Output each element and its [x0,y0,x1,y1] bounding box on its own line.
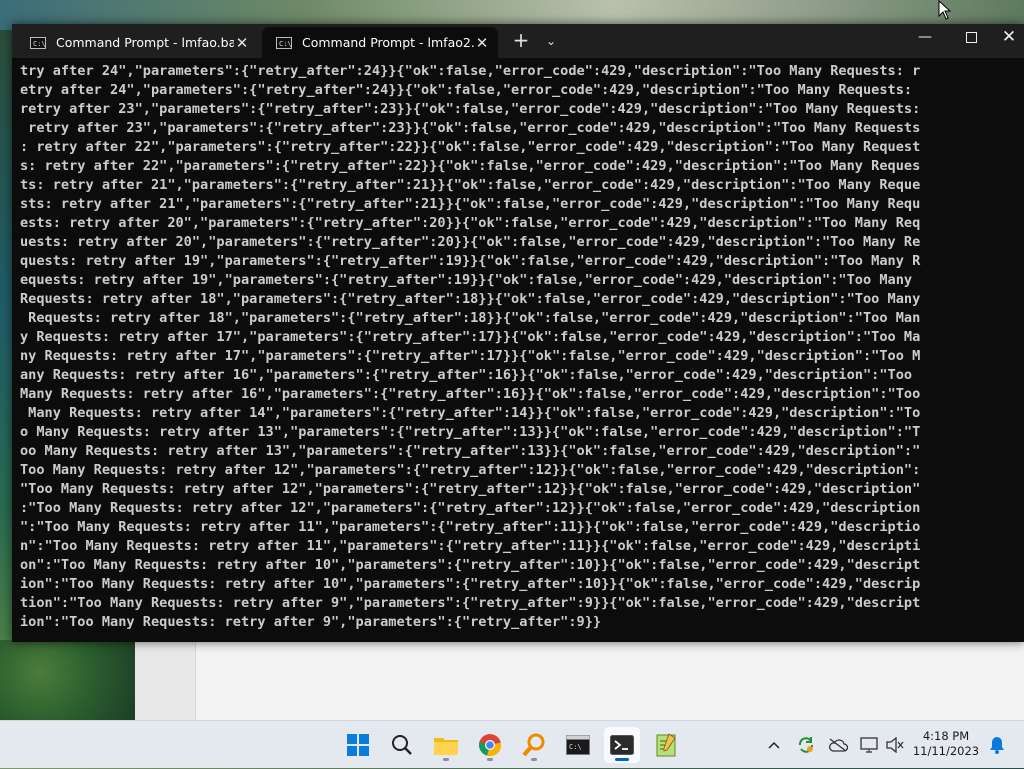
notification-bell-icon[interactable] [986,721,1008,769]
console-line: tion":"Too Many Requests: retry after 9"… [20,595,921,611]
tab-label: Command Prompt - lmfao2.bat [302,35,474,50]
console-line: o Many Requests: retry after 13","parame… [20,424,921,440]
cmd-icon: C:\ [30,36,46,49]
console-line: ":"Too Many Requests: retry after 11","p… [20,519,921,535]
search-everything-button[interactable] [516,727,552,763]
console-line: ion":"Too Many Requests: retry after 9",… [20,614,602,630]
console-line: "Too Many Requests: retry after 12","par… [20,481,921,497]
maximize-icon [965,31,977,43]
tab-label: Command Prompt - lmfao.bat [56,35,234,50]
cmd-icon: C:\ [566,735,590,755]
cloud-offline-icon[interactable] [826,721,850,769]
search-icon [392,735,412,755]
title-bar[interactable]: C:\ Command Prompt - lmfao.bat ✕ C:\ Com… [12,24,1024,58]
console-line: retry after 23","parameters":{"retry_aft… [20,120,921,136]
console-line: : retry after 22","parameters":{"retry_a… [20,139,921,155]
console-line: retry after 23","parameters":{"retry_aft… [20,101,921,117]
terminal-window[interactable]: C:\ Command Prompt - lmfao.bat ✕ C:\ Com… [12,24,1024,642]
svg-text:C:\: C:\ [569,743,582,751]
chevron-up-icon[interactable] [764,721,784,769]
console-line: Requests: retry after 18","parameters":{… [20,291,921,307]
console-line: ts: retry after 21","parameters":{"retry… [20,177,921,193]
chrome-icon [479,734,502,757]
maximize-button[interactable] [948,24,994,54]
console-line: quests: retry after 19","parameters":{"r… [20,253,921,269]
cmd-icon: C:\ [276,36,292,49]
clock-time: 4:18 PM [922,729,970,743]
console-line: Too Many Requests: retry after 12","para… [20,462,921,478]
console-line: ests: retry after 20","parameters":{"ret… [20,215,921,231]
console-line: oo Many Requests: retry after 13","param… [20,443,921,459]
terminal-button[interactable] [604,727,640,763]
console-line: uests: retry after 20","parameters":{"re… [20,234,921,250]
console-line: ion":"Too Many Requests: retry after 10"… [20,576,921,592]
tab-lmfao[interactable]: C:\ Command Prompt - lmfao.bat ✕ [16,27,258,58]
console-line: Requests: retry after 18","parameters":{… [20,310,921,326]
volume-muted-icon[interactable] [884,721,906,769]
console-line: n":"Too Many Requests: retry after 11","… [20,538,921,554]
notepad-icon [656,733,676,757]
new-tab-button[interactable]: + [510,30,532,52]
clock-date: 11/11/2023 [912,744,980,758]
close-tab-icon[interactable]: ✕ [234,34,250,52]
chevron-down-icon[interactable]: ⌄ [540,30,562,52]
background-window-edge [135,640,196,720]
console-line: sts: retry after 21","parameters":{"retr… [20,196,921,212]
file-explorer-button[interactable] [428,727,464,763]
taskbar: C:\ 4:18 PM 11/11/2023 [0,720,1024,768]
running-indicator [487,758,493,761]
search-button[interactable] [384,727,420,763]
console-line: try after 24","parameters":{"retry_after… [20,63,921,79]
background-window[interactable] [135,640,1024,720]
windows-logo-icon [347,734,369,756]
console-line: any Requests: retry after 16","parameter… [20,367,913,383]
running-indicator [615,758,629,761]
terminal-icon [610,735,634,755]
running-indicator [531,758,537,761]
console-output[interactable]: try after 24","parameters":{"retry_after… [20,62,1016,637]
network-icon[interactable] [858,721,880,769]
console-line: y Requests: retry after 17","parameters"… [20,329,921,345]
tab-lmfao2[interactable]: C:\ Command Prompt - lmfao2.bat ✕ [262,27,498,58]
minimize-button[interactable]: — [902,24,948,54]
notepad-plus-plus-button[interactable] [648,727,684,763]
mouse-cursor-icon [938,0,952,20]
running-indicator [443,758,449,761]
folder-icon [434,738,458,755]
console-line: :"Too Many Requests: retry after 12","pa… [20,500,921,516]
clock[interactable]: 4:18 PM 11/11/2023 [910,729,982,759]
console-line: Many Requests: retry after 16","paramete… [20,386,921,402]
sync-icon[interactable] [794,721,818,769]
magnifier-orange-icon [522,733,545,757]
console-line: on":"Too Many Requests: retry after 10",… [20,557,921,573]
console-line: s: retry after 22","parameters":{"retry_… [20,158,921,174]
close-tab-icon[interactable]: ✕ [474,34,490,52]
start-button[interactable] [340,727,376,763]
close-window-button[interactable]: ✕ [994,24,1024,54]
chrome-button[interactable] [472,727,508,763]
console-line: equests: retry after 19","parameters":{"… [20,272,913,288]
console-line: ny Requests: retry after 17","parameters… [20,348,921,364]
console-line: Many Requests: retry after 14","paramete… [20,405,921,421]
wallpaper-bottom [0,640,135,720]
console-line: etry after 24","parameters":{"retry_afte… [20,82,913,98]
command-prompt-button[interactable]: C:\ [560,727,596,763]
